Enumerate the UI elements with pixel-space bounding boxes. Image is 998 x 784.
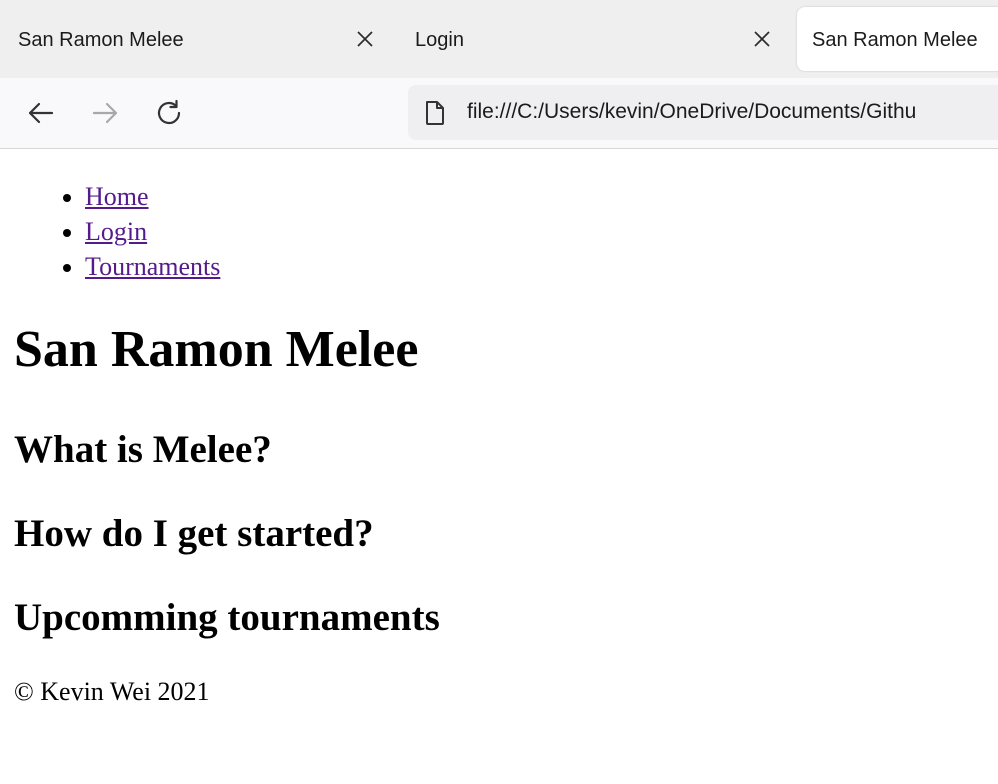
close-icon[interactable] <box>752 29 772 49</box>
section-heading-how-to-start: How do I get started? <box>14 512 374 555</box>
close-icon[interactable] <box>355 29 375 49</box>
tab-title: San Ramon Melee <box>18 29 184 51</box>
navigation-toolbar: file:///C:/Users/kevin/OneDrive/Document… <box>0 78 998 149</box>
section-heading-what-is-melee: What is Melee? <box>14 428 272 471</box>
section-heading-upcoming-tournaments: Upcomming tournaments <box>14 596 440 639</box>
tab-san-ramon-melee[interactable]: San Ramon Melee <box>0 0 398 78</box>
reload-icon[interactable] <box>154 98 184 128</box>
tab-title: San Ramon Melee <box>812 29 978 51</box>
page-icon <box>424 100 446 126</box>
nav-link-login[interactable]: Login <box>85 217 147 246</box>
tab-strip: San Ramon Melee Login San Ramon Melee <box>0 0 998 78</box>
page-title: San Ramon Melee <box>14 321 419 378</box>
tab-login[interactable]: Login <box>398 0 796 78</box>
nav-item-home: Home <box>85 179 220 214</box>
footer-copyright: © Kevin Wei 2021 <box>14 677 210 706</box>
tab-san-ramon-melee-active[interactable]: San Ramon Melee <box>797 7 998 71</box>
arrow-right-icon[interactable] <box>90 98 120 128</box>
nav-link-home[interactable]: Home <box>85 182 149 211</box>
nav-item-login: Login <box>85 214 220 249</box>
nav-item-tournaments: Tournaments <box>85 249 220 284</box>
url-bar[interactable]: file:///C:/Users/kevin/OneDrive/Document… <box>408 85 998 140</box>
page-content: Home Login Tournaments San Ramon Melee W… <box>0 149 998 784</box>
site-nav: Home Login Tournaments <box>85 179 220 284</box>
arrow-left-icon[interactable] <box>26 98 56 128</box>
tab-title: Login <box>415 29 464 51</box>
nav-link-tournaments[interactable]: Tournaments <box>85 252 220 281</box>
browser-window: San Ramon Melee Login San Ramon Melee fi… <box>0 0 998 784</box>
url-text[interactable]: file:///C:/Users/kevin/OneDrive/Document… <box>467 100 916 124</box>
